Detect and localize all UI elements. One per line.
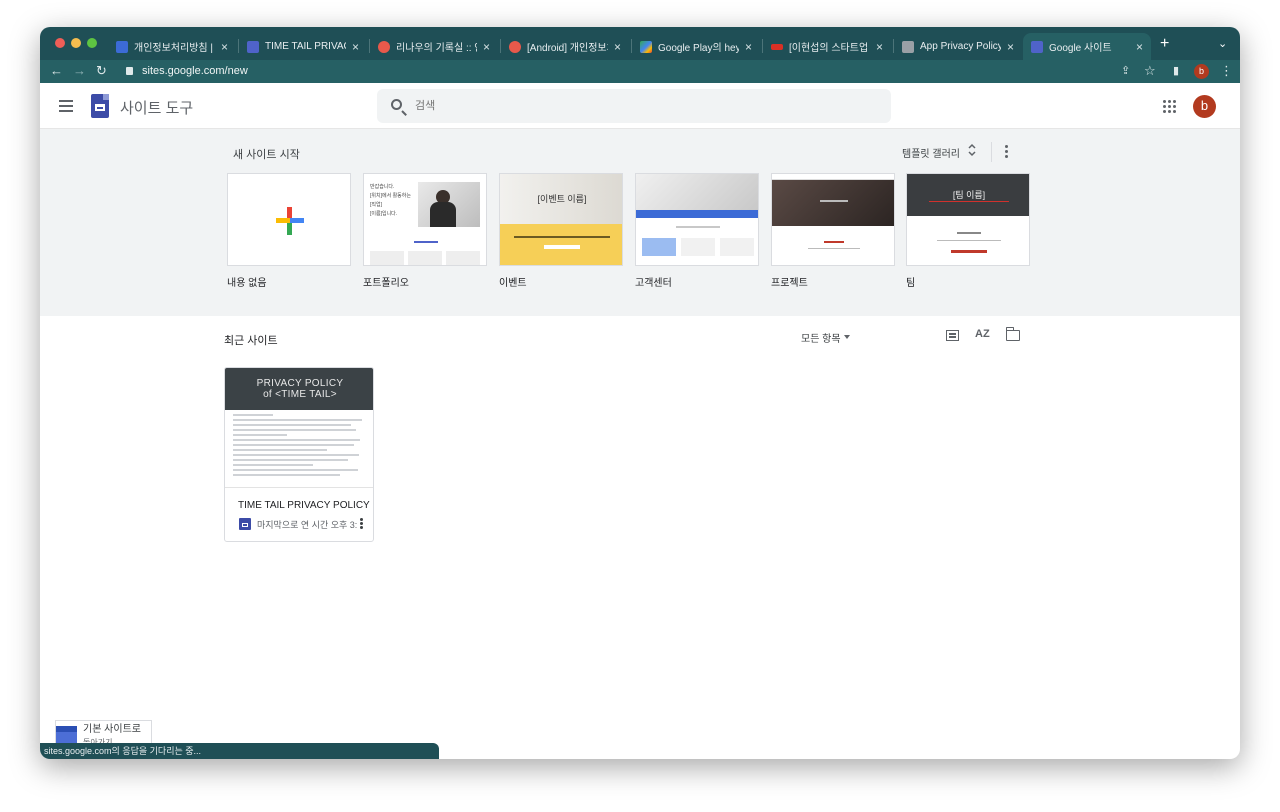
template-thumbnail[interactable]: [팀 이름] — [906, 173, 1030, 266]
forward-button[interactable]: → — [73, 63, 86, 79]
owner-filter-dropdown[interactable]: 모든 항목 — [801, 330, 841, 345]
template-thumbnail[interactable] — [227, 173, 351, 266]
tab-favicon-icon — [247, 40, 259, 53]
new-tab-button[interactable]: + — [1160, 35, 1169, 53]
template-label: 고객센터 — [635, 278, 672, 289]
dropdown-caret-icon[interactable] — [844, 335, 850, 339]
template-thumbnail[interactable]: 반갑습니다. [위치]에서 활동하는 [직업] [이름]입니다. — [363, 173, 487, 266]
site-name: TIME TAIL PRIVACY POLICY — [238, 500, 370, 511]
play-store-icon — [640, 40, 652, 53]
tab-favicon-icon — [509, 40, 521, 53]
address-bar[interactable]: sites.google.com/new — [142, 63, 248, 79]
bookmark-star-icon[interactable]: ☆ — [1144, 63, 1156, 79]
folder-icon[interactable] — [1005, 327, 1020, 341]
browser-tab[interactable]: [Android] 개인정보처리방침 × — [501, 33, 629, 60]
portfolio-photo — [418, 182, 480, 227]
template-team[interactable]: [팀 이름] 팀 — [906, 173, 1030, 289]
share-icon[interactable]: ⇪ — [1121, 63, 1130, 79]
template-help-center[interactable]: 고객센터 — [635, 173, 759, 289]
close-tab-icon[interactable]: × — [614, 40, 621, 54]
site-thumbnail-text — [233, 414, 367, 482]
browser-tab-active[interactable]: Google 사이트 × — [1023, 33, 1151, 60]
close-tab-icon[interactable]: × — [483, 40, 490, 54]
template-portfolio[interactable]: 반갑습니다. [위치]에서 활동하는 [직업] [이름]입니다. 포트폴리오 — [363, 173, 487, 289]
browser-tab[interactable]: 리나우의 기록실 :: 안드로이드 × — [370, 33, 498, 60]
browser-tab[interactable]: Google Play의 heybook × — [632, 33, 760, 60]
expand-collapse-icon[interactable] — [968, 143, 976, 158]
browser-tab[interactable]: TIME TAIL PRIVACY POLICY × — [239, 33, 367, 60]
minimize-window-button[interactable] — [71, 38, 81, 48]
site-thumbnail-banner: PRIVACY POLICY of <TIME TAIL> — [225, 368, 373, 410]
tab-search-button[interactable]: ⌄ — [1218, 37, 1227, 50]
maximize-window-button[interactable] — [87, 38, 97, 48]
more-options-icon[interactable] — [1005, 145, 1008, 160]
list-view-icon[interactable] — [946, 330, 959, 341]
lock-icon — [126, 67, 133, 75]
app-header: 사이트 도구 b — [40, 83, 1240, 129]
back-button[interactable]: ← — [50, 63, 63, 79]
template-project[interactable]: 프로젝트 — [771, 173, 895, 289]
browser-tab[interactable]: 개인정보처리방침 | TIME TAIL × — [108, 33, 236, 60]
site-more-options-icon[interactable] — [360, 518, 363, 530]
template-label: 내용 없음 — [227, 278, 267, 289]
close-window-button[interactable] — [55, 38, 65, 48]
template-label: 이벤트 — [499, 278, 527, 289]
google-sites-icon — [1031, 40, 1043, 53]
template-label: 프로젝트 — [771, 278, 808, 289]
google-sites-logo-icon[interactable] — [91, 94, 109, 118]
search-bar[interactable] — [377, 89, 891, 123]
template-thumbnail[interactable]: [이벤트 이름] — [499, 173, 623, 266]
tab-favicon-icon — [378, 40, 390, 53]
search-icon[interactable] — [391, 99, 402, 110]
recent-site-card[interactable]: PRIVACY POLICY of <TIME TAIL> TIME TAIL … — [224, 367, 374, 542]
divider — [991, 142, 992, 162]
tab-favicon-icon — [771, 43, 783, 50]
template-label: 포트폴리오 — [363, 278, 409, 289]
template-blank[interactable]: 내용 없음 — [227, 173, 351, 289]
reload-button[interactable]: ↻ — [96, 63, 107, 79]
browser-window: 개인정보처리방침 | TIME TAIL × TIME TAIL PRIVACY… — [40, 27, 1240, 759]
tab-favicon-icon — [116, 40, 128, 53]
google-sites-icon — [239, 518, 251, 530]
new-site-section: 새 사이트 시작 템플릿 갤러리 내용 없음 반갑습니다. [위치]에서 활동하… — [40, 129, 1240, 316]
close-tab-icon[interactable]: × — [745, 40, 752, 54]
close-tab-icon[interactable]: × — [1007, 40, 1014, 54]
browser-profile-avatar[interactable]: b — [1194, 64, 1209, 79]
document-icon — [902, 40, 914, 53]
tab-strip: 개인정보처리방침 | TIME TAIL × TIME TAIL PRIVACY… — [40, 27, 1240, 60]
template-label: 팀 — [906, 278, 916, 289]
search-input[interactable] — [415, 97, 875, 115]
new-site-heading: 새 사이트 시작 — [233, 149, 300, 161]
template-thumbnail[interactable] — [771, 173, 895, 266]
close-tab-icon[interactable]: × — [352, 40, 359, 54]
template-event[interactable]: [이벤트 이름] 이벤트 — [499, 173, 623, 289]
browser-toolbar: ← → ↻ sites.google.com/new ⇪ ☆ ▮ b ⋮ — [40, 60, 1240, 83]
template-thumbnail[interactable] — [635, 173, 759, 266]
account-avatar[interactable]: b — [1193, 95, 1216, 118]
template-gallery-button[interactable]: 템플릿 갤러리 — [902, 145, 960, 160]
status-bar: sites.google.com의 응답을 기다리는 중... — [40, 743, 439, 759]
browser-tab[interactable]: [이현섭의 스타트업 법률] × — [763, 33, 891, 60]
close-tab-icon[interactable]: × — [876, 40, 883, 54]
browser-menu-icon[interactable]: ⋮ — [1220, 63, 1233, 79]
divider — [225, 487, 373, 488]
close-tab-icon[interactable]: × — [1136, 40, 1143, 54]
side-panel-icon[interactable]: ▮ — [1173, 63, 1179, 79]
google-apps-icon[interactable] — [1163, 100, 1176, 113]
app-title[interactable]: 사이트 도구 — [120, 97, 193, 118]
recent-sites-heading: 최근 사이트 — [224, 335, 278, 347]
main-menu-icon[interactable] — [59, 100, 73, 115]
close-tab-icon[interactable]: × — [221, 40, 228, 54]
browser-tab[interactable]: App Privacy Policy Generator × — [894, 33, 1022, 60]
sort-az-icon[interactable]: AZ — [975, 328, 990, 340]
last-opened-text: 마지막으로 연 시간 오후 3:5 — [257, 520, 357, 530]
